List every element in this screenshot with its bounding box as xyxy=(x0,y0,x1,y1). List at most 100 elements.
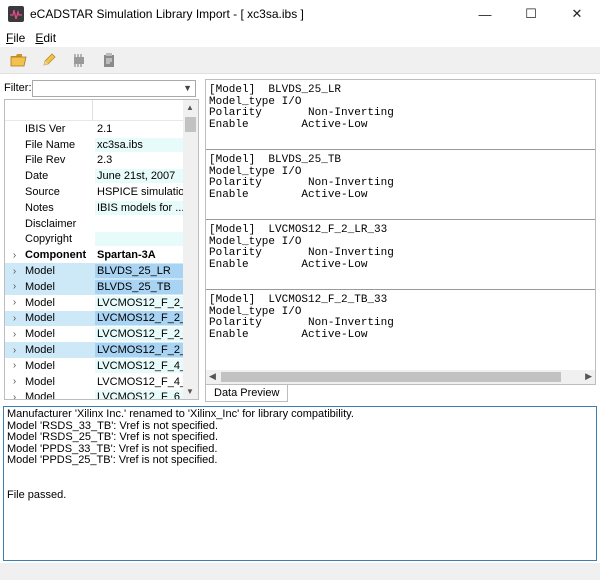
tree-row[interactable]: Copyright xyxy=(5,232,185,248)
filter-label: Filter: xyxy=(4,82,32,94)
expand-chevron-icon[interactable]: › xyxy=(5,392,24,399)
tree-row-value: 2.3 xyxy=(97,154,113,167)
tree-row-value: xc3sa.ibs xyxy=(95,137,184,152)
tree-row-value: LVCMOS12_F_2_... xyxy=(95,327,184,342)
tree-row-value: HSPICE simulatio... xyxy=(97,186,184,199)
scroll-right-icon[interactable]: ▶ xyxy=(585,371,592,382)
tree-row-value: Spartan-3A xyxy=(97,249,156,262)
tree-row[interactable]: Disclaimer xyxy=(5,216,185,232)
maximize-button[interactable]: ☐ xyxy=(508,0,554,28)
tree-row[interactable]: ›Model LVCMOS12_F_2_... xyxy=(5,310,185,327)
expand-chevron-icon[interactable]: › xyxy=(5,360,24,371)
tree-row-key: Model xyxy=(25,359,55,372)
tree-row[interactable]: ›Model LVCMOS12_F_4_... xyxy=(5,358,185,374)
expand-chevron-icon[interactable]: › xyxy=(5,297,24,308)
minimize-button[interactable]: — xyxy=(462,0,508,28)
scroll-thumb[interactable] xyxy=(221,372,561,382)
tree-row-value: 2.1 xyxy=(97,122,113,135)
tree-row[interactable]: Source HSPICE simulatio... xyxy=(5,184,185,200)
tree-row-value: BLVDS_25_LR xyxy=(95,264,184,279)
tree-row-value xyxy=(95,217,184,231)
data-preview-panel[interactable]: [Model] BLVDS_25_LR Model_type I/O Polar… xyxy=(205,79,596,385)
log-line: Model 'RSDS_25_TB': Vref is not specifie… xyxy=(7,431,219,443)
tree-row-value: LVCMOS12_F_2_... xyxy=(95,295,184,310)
tree-row[interactable]: File Name xc3sa.ibs xyxy=(5,137,185,153)
tree-row-key: Component xyxy=(25,249,87,262)
tree-row[interactable]: › Model BLVDS_25_LR xyxy=(5,263,185,279)
menu-file[interactable]: File xyxy=(6,31,25,45)
scroll-up-icon[interactable]: ▲ xyxy=(186,103,194,112)
tree-row-key: Date xyxy=(25,170,49,183)
tree-row-value: LVCMOS12_F_2_... xyxy=(95,311,184,326)
tree-row-key: Model xyxy=(25,296,55,309)
tree-vertical-scrollbar[interactable]: ▲ ▼ xyxy=(183,100,198,399)
close-button[interactable]: ✕ xyxy=(554,0,600,28)
tree-row-key: Model xyxy=(25,391,55,400)
scroll-left-icon[interactable]: ◀ xyxy=(209,371,216,382)
tree-row-key: Model xyxy=(25,265,55,278)
clipboard-icon[interactable] xyxy=(98,49,120,71)
tree-row[interactable]: › Model BLVDS_25_TB xyxy=(5,278,185,295)
toolbar xyxy=(0,47,600,74)
scroll-thumb[interactable] xyxy=(185,117,196,132)
tree-row-key: Disclaimer xyxy=(25,217,77,230)
tree-row-key: Model xyxy=(25,375,55,388)
preview-model-block: [Model] LVCMOS12_F_2_TB_33 Model_type I/… xyxy=(209,294,394,341)
tree-row[interactable]: IBIS Ver 2.1 xyxy=(5,121,185,137)
tree-row-key: IBIS Ver xyxy=(25,122,66,135)
menu-bar: File Edit xyxy=(0,28,600,47)
log-line: Model 'PPDS_25_TB': Vref is not specifie… xyxy=(7,454,218,466)
tab-data-preview[interactable]: Data Preview xyxy=(205,385,289,402)
tree-row-key: Copyright xyxy=(25,233,73,246)
preview-horizontal-scrollbar[interactable]: ◀ ▶ xyxy=(206,370,595,384)
component-icon[interactable] xyxy=(68,49,90,71)
library-tree[interactable]: IBIS Ver 2.1 File Name xc3sa.ibs File Rev 2.3… xyxy=(4,99,199,400)
tree-row-key: Model xyxy=(25,328,55,341)
tree-row-value: June 21st, 2007 xyxy=(95,169,184,184)
expand-chevron-icon[interactable]: › xyxy=(5,329,24,340)
expand-chevron-icon[interactable]: › xyxy=(5,345,24,356)
expand-chevron-icon[interactable]: › xyxy=(5,313,24,324)
title-bar: eCADSTAR Simulation Library Import - [ x… xyxy=(0,0,600,28)
window-title: eCADSTAR Simulation Library Import - [ x… xyxy=(30,7,304,21)
app-logo-icon xyxy=(8,6,24,22)
tree-row-key: Model xyxy=(25,344,55,357)
expand-chevron-icon[interactable]: › xyxy=(5,266,24,277)
tree-row-key: File Rev xyxy=(25,154,66,167)
tree-row[interactable]: ›Model LVCMOS12_F_6_... xyxy=(5,390,185,400)
preview-tabs: Data Preview xyxy=(205,385,289,402)
tree-row-key: Source xyxy=(25,186,60,199)
tree-row-key: Notes xyxy=(25,201,54,214)
tree-row[interactable]: › Component Spartan-3A xyxy=(5,247,185,263)
tree-header xyxy=(5,100,185,121)
pencil-icon[interactable] xyxy=(38,49,60,71)
tree-row[interactable]: ›Model LVCMOS12_F_4_... xyxy=(5,374,185,390)
window-controls: — ☐ ✕ xyxy=(462,0,600,28)
log-result: File passed. xyxy=(7,488,67,501)
tree-row[interactable]: ›Model LVCMOS12_F_2_... xyxy=(5,326,185,342)
tree-row[interactable]: Notes IBIS models for ... xyxy=(5,200,185,216)
filter-combobox[interactable]: ▼ xyxy=(32,79,196,97)
preview-model-block: [Model] LVCMOS12_F_2_LR_33 Model_type I/… xyxy=(206,220,595,290)
tree-row[interactable]: ›Model LVCMOS12_F_2_... xyxy=(5,342,185,358)
import-log[interactable]: Manufacturer 'Xilinx Inc.' renamed to 'X… xyxy=(3,406,597,561)
tree-row-key: Model xyxy=(25,280,55,293)
log-line: Manufacturer 'Xilinx Inc.' renamed to 'X… xyxy=(7,408,354,420)
tree-row[interactable]: Date June 21st, 2007 xyxy=(5,168,185,184)
tree-row[interactable]: ›Model LVCMOS12_F_2_... xyxy=(5,295,185,311)
scroll-down-icon[interactable]: ▼ xyxy=(186,387,194,396)
expand-chevron-icon[interactable]: › xyxy=(5,250,24,261)
tree-row[interactable]: File Rev 2.3 xyxy=(5,153,185,169)
chevron-down-icon[interactable]: ▼ xyxy=(183,83,192,93)
menu-edit[interactable]: Edit xyxy=(35,31,56,45)
tree-row-value: LVCMOS12_F_4_... xyxy=(95,358,184,373)
expand-chevron-icon[interactable]: › xyxy=(5,376,24,387)
expand-chevron-icon[interactable]: › xyxy=(5,281,24,292)
open-folder-icon[interactable] xyxy=(8,49,30,71)
tree-row-value: LVCMOS12_F_2_... xyxy=(95,343,184,358)
tree-row-value xyxy=(95,232,184,247)
tree-row-value: LVCMOS12_F_4_... xyxy=(97,375,184,388)
preview-model-block: [Model] BLVDS_25_LR Model_type I/O Polar… xyxy=(206,80,595,150)
tree-row-value: BLVDS_25_TB xyxy=(95,279,184,294)
tree-row-value: IBIS models for ... xyxy=(95,200,184,215)
